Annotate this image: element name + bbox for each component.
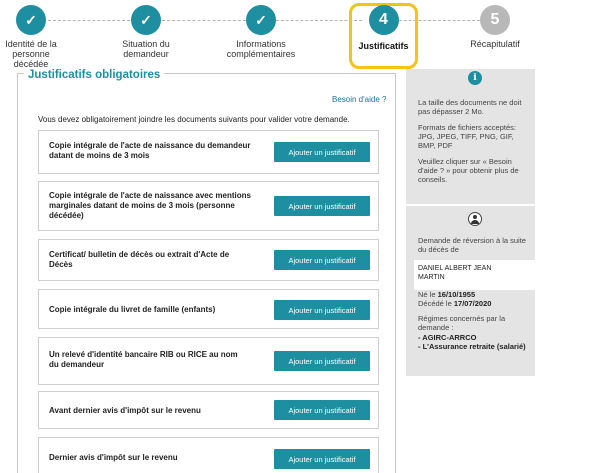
document-row: Un relevé d'identité bancaire RIB ou RIC… <box>38 337 379 385</box>
regimes-label: Régimes concernés par la demande : <box>418 314 506 332</box>
name-line: DANIEL ALBERT JEAN <box>418 265 492 272</box>
add-document-button[interactable]: Ajouter un justificatif <box>274 351 370 371</box>
document-label: Certificat/ bulletin de décès ou extrait… <box>49 250 230 269</box>
document-label: Copie intégrale de l'acte de naissance a… <box>49 191 251 220</box>
add-document-button[interactable]: Ajouter un justificatif <box>274 300 370 320</box>
document-row: Certificat/ bulletin de décès ou extrait… <box>38 239 379 281</box>
add-document-button[interactable]: Ajouter un justificatif <box>274 400 370 420</box>
death-label: Décédé le <box>418 299 452 308</box>
document-label: Copie intégrale du livret de famille (en… <box>49 305 216 314</box>
step-label: Identité de la personne décédée <box>5 39 57 69</box>
add-document-button[interactable]: Ajouter un justificatif <box>274 250 370 270</box>
step-5[interactable]: 5 Récapitulatif <box>465 5 525 49</box>
check-icon: ✓ <box>16 5 46 35</box>
document-row: Copie intégrale de l'acte de naissance a… <box>38 181 379 231</box>
document-label: Dernier avis d'impôt sur le revenu <box>49 453 178 462</box>
formats-note: Formats de fichiers acceptés: JPG, JPEG,… <box>418 123 516 150</box>
document-label: Avant dernier avis d'impôt sur le revenu <box>49 406 201 415</box>
step-2[interactable]: ✓ Situation du demandeur <box>112 5 180 59</box>
help-link[interactable]: Besoin d'aide ? <box>332 95 386 104</box>
death-date: Décédé le 17/07/2020 <box>418 299 530 308</box>
step-label: Justificatifs <box>358 41 409 51</box>
document-label: Un relevé d'identité bancaire RIB ou RIC… <box>49 350 238 369</box>
info-icon: i <box>468 71 482 85</box>
step-1[interactable]: ✓ Identité de la personne décédée <box>0 5 62 69</box>
user-icon <box>468 212 482 226</box>
regime-item: - AGIRC-ARRCO <box>418 333 477 342</box>
document-row: Dernier avis d'impôt sur le revenu Ajout… <box>38 437 379 473</box>
regime-item: - L'Assurance retraite (salarié) <box>418 342 526 351</box>
step-3[interactable]: ✓ Informations complémentaires <box>225 5 297 59</box>
death-value: 17/07/2020 <box>453 299 492 308</box>
step-label: Récapitulatif <box>470 39 520 49</box>
check-icon: ✓ <box>246 5 276 35</box>
document-row: Copie intégrale du livret de famille (en… <box>38 289 379 329</box>
step-label: Informations complémentaires <box>226 39 296 59</box>
step-number: 5 <box>480 5 510 35</box>
add-document-button[interactable]: Ajouter un justificatif <box>274 196 370 216</box>
birth-date: Né le 16/10/1955 <box>418 290 530 299</box>
step-label: Situation du demandeur <box>122 39 170 59</box>
birth-value: 16/10/1955 <box>437 290 476 299</box>
person-panel: Demande de réversion à la suite du décès… <box>406 206 535 376</box>
document-row: Avant dernier avis d'impôt sur le revenu… <box>38 391 379 429</box>
check-icon: ✓ <box>131 5 161 35</box>
step-number: 4 <box>368 5 399 35</box>
size-note: La taille des documents ne doit pas dépa… <box>418 98 522 116</box>
info-panel: i La taille des documents ne doit pas dé… <box>406 69 535 204</box>
request-text: Demande de réversion à la suite du décès… <box>418 236 526 254</box>
help-note: Veuillez cliquer sur « Besoin d'aide ? »… <box>418 157 519 184</box>
name-line: MARTIN <box>418 274 445 281</box>
deceased-name: DANIEL ALBERT JEAN MARTIN <box>414 260 535 290</box>
progress-stepper: ✓ Identité de la personne décédée ✓ Situ… <box>0 0 597 74</box>
document-label: Copie intégrale de l'acte de naissance d… <box>49 141 251 160</box>
intro-text: Vous devez obligatoirement joindre les d… <box>38 115 350 124</box>
birth-label: Né le <box>418 290 436 299</box>
add-document-button[interactable]: Ajouter un justificatif <box>274 449 370 469</box>
step-4[interactable]: 4 Justificatifs <box>352 5 415 51</box>
section-title: Justificatifs obligatoires <box>24 69 165 81</box>
add-document-button[interactable]: Ajouter un justificatif <box>274 142 370 162</box>
document-row: Copie intégrale de l'acte de naissance d… <box>38 130 379 174</box>
